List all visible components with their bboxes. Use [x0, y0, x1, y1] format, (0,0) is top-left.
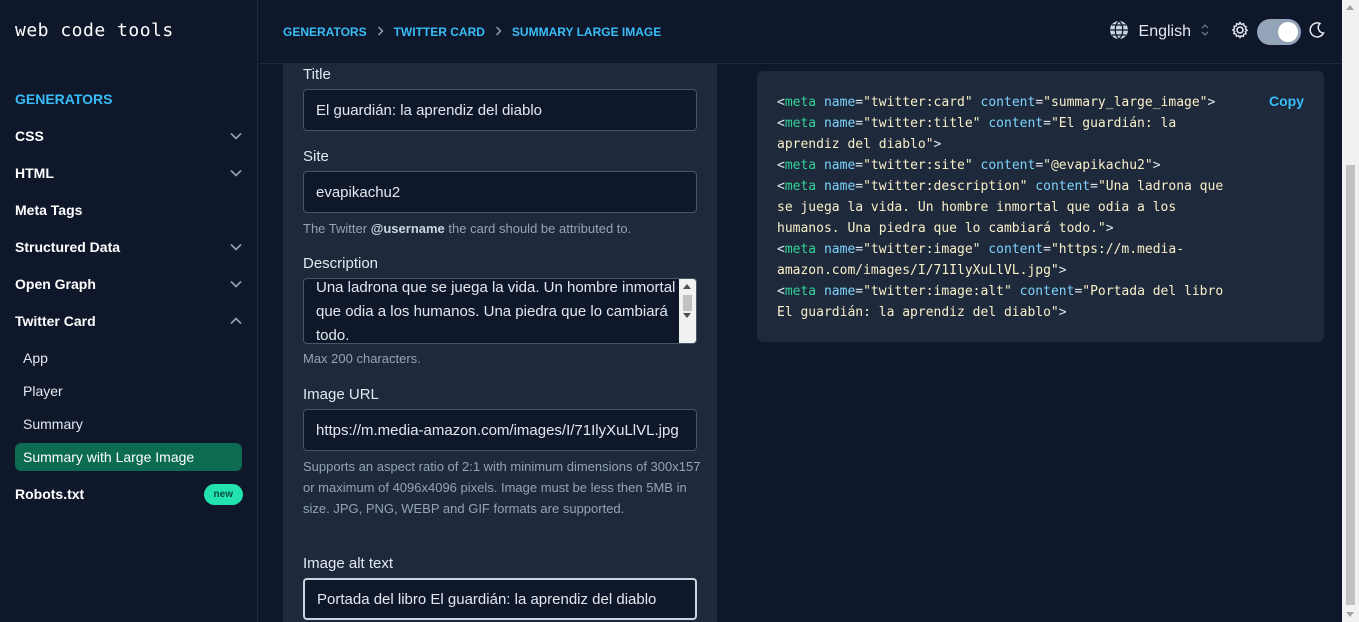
meta-name-value: "twitter:description" [863, 179, 1028, 194]
sidebar-item-robots[interactable]: Robots.txt new [15, 483, 243, 505]
form-panel: Title El guardián: la aprendiz del diabl… [283, 64, 717, 622]
sidebar-item-twitter-card[interactable]: Twitter Card [15, 310, 243, 332]
sidebar-item-structured-data[interactable]: Structured Data [15, 236, 243, 258]
image-url-hint: Supports an aspect ratio of 2:1 with min… [303, 459, 701, 516]
sidebar-item-meta-tags[interactable]: Meta Tags [15, 199, 243, 221]
site-logo[interactable]: web code tools [15, 20, 174, 41]
meta-content-value: "summary_large_image" [1043, 95, 1208, 110]
sidebar-item-label: Robots.txt [15, 486, 85, 502]
sidebar-item-label: Meta Tags [15, 202, 83, 218]
meta-name-value: "twitter:site" [863, 158, 973, 173]
breadcrumb-item[interactable]: TWITTER CARD [394, 25, 485, 39]
scroll-down-arrow[interactable] [683, 313, 691, 318]
chevron-updown-icon [1201, 23, 1209, 42]
breadcrumb-item[interactable]: SUMMARY LARGE IMAGE [512, 25, 661, 39]
scroll-thumb[interactable] [1346, 165, 1355, 605]
copy-button[interactable]: Copy [1269, 93, 1304, 109]
language-select[interactable]: English [1109, 19, 1209, 45]
chevron-down-icon [229, 129, 243, 143]
meta-name-value: "twitter:image:alt" [863, 284, 1012, 299]
sidebar-section-title: GENERATORS [15, 91, 113, 107]
image-alt-label: Image alt text [303, 555, 394, 572]
description-textarea[interactable]: Una ladrona que se juega la vida. Un hom… [303, 278, 697, 344]
title-input[interactable]: El guardián: la aprendiz del diablo [303, 89, 697, 131]
sidebar-item-label: Twitter Card [15, 313, 96, 329]
sidebar-item-html[interactable]: HTML [15, 162, 243, 184]
code-line: <meta name="twitter:card" content="summa… [777, 95, 1216, 110]
sidebar-subitem-player[interactable]: Player [15, 377, 242, 405]
scroll-up-arrow[interactable] [1346, 5, 1354, 10]
site-hint: The Twitter @username the card should be… [303, 221, 632, 236]
header-controls: English [1109, 18, 1325, 46]
meta-name-value: "twitter:image" [863, 242, 981, 257]
textarea-scrollbar[interactable] [679, 279, 696, 343]
code-output-panel: Copy <meta name="twitter:card" content="… [757, 71, 1324, 342]
sidebar-item-open-graph[interactable]: Open Graph [15, 273, 243, 295]
meta-name-value: "twitter:title" [863, 116, 981, 131]
meta-code-block: <meta name="twitter:card" content="summa… [777, 92, 1227, 323]
code-line: <meta name="twitter:image:alt" content="… [777, 284, 1224, 320]
scroll-down-arrow[interactable] [1346, 612, 1354, 617]
code-line: <meta name="twitter:site" content="@evap… [777, 158, 1161, 173]
meta-content-value: "@evapikachu2" [1043, 158, 1153, 173]
meta-name-value: "twitter:card" [863, 95, 973, 110]
sidebar-item-label: HTML [15, 165, 54, 181]
language-label: English [1138, 23, 1191, 40]
chevron-down-icon [229, 240, 243, 254]
sidebar: web code tools GENERATORS CSS HTML Meta … [0, 0, 258, 622]
site-input[interactable]: evapikachu2 [303, 171, 697, 213]
sidebar-subitem-summary[interactable]: Summary [15, 410, 242, 438]
image-alt-input[interactable]: Portada del libro El guardián: la aprend… [303, 578, 697, 620]
code-line: <meta name="twitter:title" content="El g… [777, 116, 1177, 152]
page-scrollbar[interactable] [1342, 0, 1359, 622]
chevron-right-icon [377, 25, 384, 39]
gear-icon[interactable] [1231, 20, 1249, 44]
moon-icon [1309, 21, 1325, 43]
new-badge: new [203, 483, 243, 505]
sidebar-item-label: CSS [15, 128, 44, 144]
chevron-down-icon [229, 166, 243, 180]
sidebar-subitem-summary-large-image[interactable]: Summary with Large Image [15, 443, 242, 471]
toggle-knob [1278, 22, 1298, 42]
title-label: Title [303, 66, 331, 83]
site-label: Site [303, 148, 329, 165]
theme-toggle[interactable] [1257, 19, 1301, 45]
breadcrumb: GENERATORS TWITTER CARD SUMMARY LARGE IM… [283, 25, 661, 39]
breadcrumb-item[interactable]: GENERATORS [283, 25, 367, 39]
sidebar-item-label: Structured Data [15, 239, 121, 255]
sidebar-item-css[interactable]: CSS [15, 125, 243, 147]
code-line: <meta name="twitter:image" content="http… [777, 242, 1185, 278]
globe-icon [1109, 19, 1129, 45]
scroll-up-arrow[interactable] [683, 284, 691, 289]
chevron-down-icon [229, 277, 243, 291]
scroll-thumb[interactable] [683, 295, 692, 311]
image-url-input[interactable]: https://m.media-amazon.com/images/I/71Il… [303, 409, 697, 451]
chevron-right-icon [495, 25, 502, 39]
description-text: Una ladrona que se juega la vida. Un hom… [316, 279, 676, 344]
chevron-up-icon [229, 314, 243, 328]
description-hint: Max 200 characters. [303, 351, 421, 366]
code-line: <meta name="twitter:description" content… [777, 179, 1224, 236]
description-label: Description [303, 255, 379, 272]
image-url-label: Image URL [303, 386, 379, 403]
top-header: GENERATORS TWITTER CARD SUMMARY LARGE IM… [259, 0, 1359, 64]
sidebar-item-label: Open Graph [15, 276, 96, 292]
sidebar-subitem-app[interactable]: App [15, 344, 242, 372]
